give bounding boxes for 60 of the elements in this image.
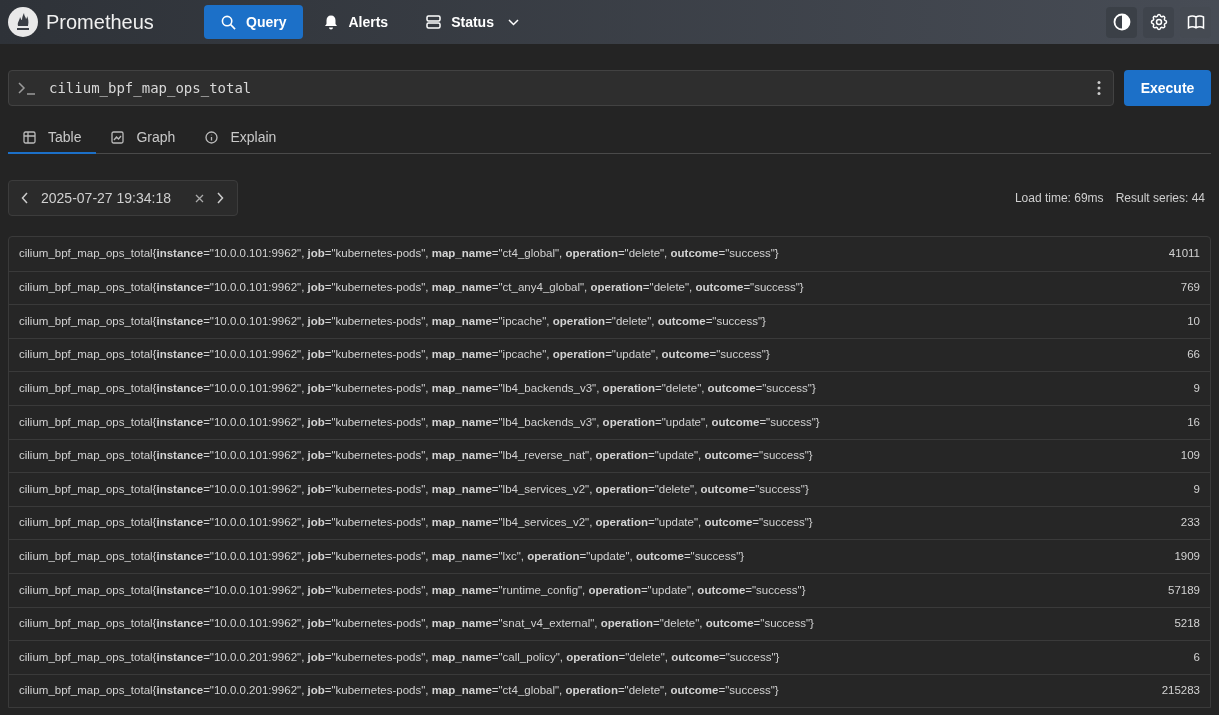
series-label: cilium_bpf_map_ops_total{instance="10.0.0.101:9962", job="kubernetes-pods", map_name="runtime_config", operation="update", outcome="success"} bbox=[19, 582, 806, 598]
series-label: cilium_bpf_map_ops_total{instance="10.0.0.101:9962", job="kubernetes-pods", map_name="ct4_global", operation="delete", outcome="success"} bbox=[19, 246, 779, 262]
bell-icon bbox=[324, 14, 339, 30]
series-label: cilium_bpf_map_ops_total{instance="10.0.0.101:9962", job="kubernetes-pods", map_name="ipcache", operation="delete", outcome="success"} bbox=[19, 313, 766, 329]
series-label: cilium_bpf_map_ops_total{instance="10.0.0.101:9962", job="kubernetes-pods", map_name="ipcache", operation="update", outcome="success"} bbox=[19, 347, 770, 363]
close-icon[interactable] bbox=[195, 193, 204, 203]
more-options-icon[interactable] bbox=[1097, 80, 1101, 96]
query-text: cilium_bpf_map_ops_total bbox=[49, 78, 252, 99]
series-value: 9 bbox=[1193, 481, 1200, 497]
query-input-field[interactable]: cilium_bpf_map_ops_total bbox=[8, 70, 1114, 106]
series-label: cilium_bpf_map_ops_total{instance="10.0.0.101:9962", job="kubernetes-pods", map_name="ct_any4_global", operation="delete", outcome="success"} bbox=[19, 280, 804, 296]
chevron-right-icon[interactable] bbox=[216, 192, 224, 204]
time-picker[interactable]: 2025-07-27 19:34:18 bbox=[8, 180, 238, 216]
series-label: cilium_bpf_map_ops_total{instance="10.0.0.201:9962", job="kubernetes-pods", map_name="ct4_global", operation="delete", outcome="success"} bbox=[19, 683, 779, 699]
series-value: 5218 bbox=[1174, 616, 1200, 632]
server-icon bbox=[426, 15, 442, 29]
view-tab[interactable]: Graph bbox=[96, 122, 191, 154]
series-label: cilium_bpf_map_ops_total{instance="10.0.0.101:9962", job="kubernetes-pods", map_name="snat_v4_external", operation="delete", outcome="success"} bbox=[19, 616, 814, 632]
series-value: 233 bbox=[1180, 515, 1200, 531]
series-value: 1909 bbox=[1174, 549, 1200, 564]
stat-text: Load time: 69ms bbox=[1014, 190, 1104, 207]
settings-button[interactable] bbox=[1143, 6, 1174, 38]
series-value: 6 bbox=[1193, 649, 1200, 665]
series-label: cilium_bpf_map_ops_total{instance="10.0.0.101:9962", job="kubernetes-pods", map_name="lb4_backends_v3", operation="delete", outcome="success"} bbox=[19, 381, 816, 397]
chevron-left-icon[interactable] bbox=[21, 192, 29, 204]
series-value: 66 bbox=[1187, 347, 1200, 363]
chart-icon bbox=[111, 130, 125, 144]
series-value: 109 bbox=[1180, 448, 1200, 464]
series-value: 57189 bbox=[1168, 582, 1200, 598]
series-label: cilium_bpf_map_ops_total{instance="10.0.0.101:9962", job="kubernetes-pods", map_name="lb4_backends_v3", operation="update", outcome="success"} bbox=[19, 414, 820, 430]
series-value: 9 bbox=[1193, 381, 1200, 397]
series-value: 769 bbox=[1180, 280, 1200, 296]
execute-button[interactable]: Execute bbox=[1124, 70, 1211, 106]
chevron-down-icon bbox=[507, 18, 519, 26]
view-tab[interactable]: Table bbox=[8, 122, 97, 154]
info-icon bbox=[205, 130, 219, 144]
stat-text: Result series: 44 bbox=[1115, 190, 1205, 207]
nav-link[interactable]: Query bbox=[204, 5, 304, 39]
theme-toggle-button[interactable] bbox=[1106, 6, 1137, 38]
series-value: 41011 bbox=[1168, 246, 1200, 262]
brand-name: Prometheus bbox=[46, 10, 154, 35]
terminal-prompt-icon bbox=[17, 80, 37, 96]
series-value: 215283 bbox=[1161, 683, 1200, 699]
book-icon bbox=[1185, 12, 1206, 32]
series-label: cilium_bpf_map_ops_total{instance="10.0.0.101:9962", job="kubernetes-pods", map_name="lb4_services_v2", operation="delete", outcome="success"} bbox=[19, 481, 809, 497]
series-value: 16 bbox=[1187, 414, 1200, 430]
nav-link[interactable]: Alerts bbox=[307, 5, 406, 39]
search-icon bbox=[221, 14, 236, 30]
settings-icon bbox=[1148, 12, 1169, 32]
flame-logo-icon bbox=[8, 7, 38, 37]
half-circle-icon bbox=[1112, 13, 1131, 31]
series-label: cilium_bpf_map_ops_total{instance="10.0.0.101:9962", job="kubernetes-pods", map_name="lxc", operation="update", outcome="success"} bbox=[19, 549, 745, 564]
nav-link[interactable]: Status bbox=[409, 5, 536, 39]
table-icon bbox=[23, 130, 36, 144]
series-label: cilium_bpf_map_ops_total{instance="10.0.0.101:9962", job="kubernetes-pods", map_name="lb4_services_v2", operation="update", outcome="success"} bbox=[19, 515, 813, 531]
series-value: 10 bbox=[1187, 313, 1200, 329]
series-label: cilium_bpf_map_ops_total{instance="10.0.0.201:9962", job="kubernetes-pods", map_name="call_policy", operation="delete", outcome="success"} bbox=[19, 649, 780, 665]
series-label: cilium_bpf_map_ops_total{instance="10.0.0.101:9962", job="kubernetes-pods", map_name="lb4_reverse_nat", operation="update", outcome="success"} bbox=[19, 448, 813, 464]
time-value: 2025-07-27 19:34:18 bbox=[41, 188, 171, 208]
view-tab[interactable]: Explain bbox=[190, 122, 292, 154]
